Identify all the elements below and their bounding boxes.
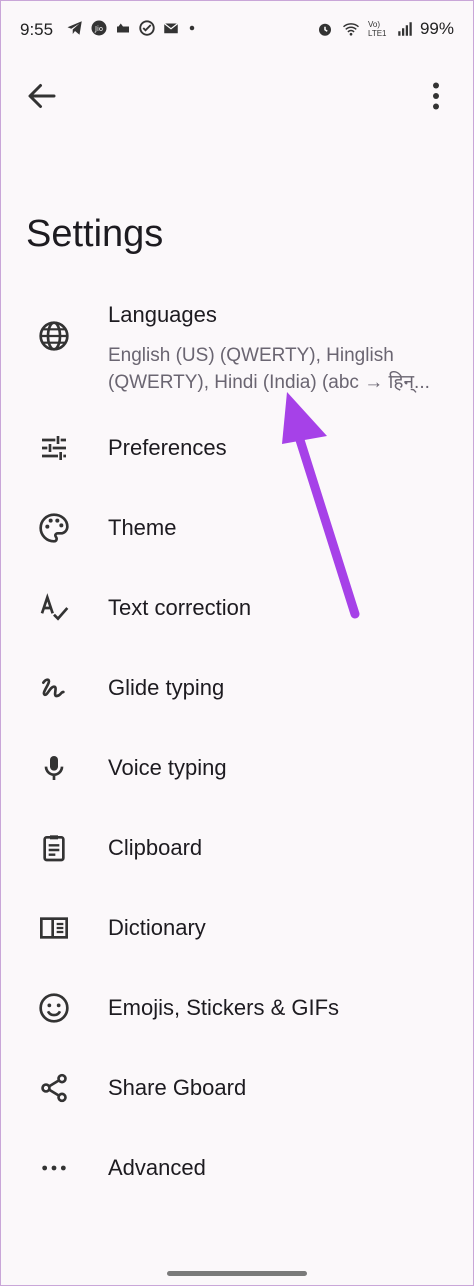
mic-icon [44,756,64,780]
battery-level: 99% [419,19,454,38]
notification-icons: Jio [66,19,198,37]
settings-item-emojis[interactable]: Emojis, Stickers & GIFs [0,968,474,1048]
globe-icon [39,321,69,351]
back-button[interactable] [24,78,60,114]
settings-item-theme[interactable]: Theme [0,488,474,568]
mail-icon [163,23,179,34]
dictionary-icon [40,917,68,939]
telegram-icon [67,21,82,35]
item-label: Clipboard [108,835,203,860]
more-horiz-icon [42,1165,66,1171]
app-bar [0,62,474,126]
settings-item-clipboard[interactable]: Clipboard [0,808,474,888]
jio-icon: Jio [91,20,107,36]
languages-label: Languages [108,302,217,327]
check-circle-icon [139,20,155,36]
item-label: Share Gboard [108,1075,247,1100]
item-label: Advanced [108,1155,206,1180]
settings-item-text-correction[interactable]: Text correction [0,568,474,648]
settings-item-preferences[interactable]: Preferences [0,408,474,488]
tune-icon [42,436,66,460]
item-label: Text correction [108,595,252,620]
status-time: 9:55 [20,20,54,39]
notification-icon [117,23,129,33]
item-label: Theme [108,515,177,540]
clipboard-icon [43,835,65,862]
wifi-icon [342,23,359,36]
palette-icon [39,513,69,543]
svg-text:Jio: Jio [94,25,103,33]
network-type: Vo) LTE1 [367,20,387,38]
settings-item-advanced[interactable]: Advanced [0,1128,474,1208]
more-vert-icon [433,82,439,110]
item-label: Emojis, Stickers & GIFs [108,995,340,1020]
share-icon [41,1073,67,1103]
settings-item-dictionary[interactable]: Dictionary [0,888,474,968]
gesture-icon [42,678,65,698]
settings-item-glide-typing[interactable]: Glide typing [0,648,474,728]
languages-subtitle: English (US) (QWERTY), Hinglish (QWERTY)… [108,345,430,393]
item-label: Glide typing [108,675,225,700]
emoji-icon [39,993,69,1023]
settings-item-voice-typing[interactable]: Voice typing [0,728,474,808]
signal-icon [398,22,412,36]
more-options-button[interactable] [418,78,454,114]
spellcheck-icon [40,593,69,621]
page-title: Settings [26,213,164,255]
alarm-icon [318,23,331,36]
status-bar: 9:55 Jio Vo) LTE1 99% [0,0,474,62]
dot-icon [189,25,195,31]
gesture-nav-bar[interactable] [167,1271,307,1276]
settings-item-share[interactable]: Share Gboard [0,1048,474,1128]
system-icons: Vo) LTE1 99% [316,19,454,39]
item-label: Dictionary [108,915,206,940]
arrow-back-icon [28,84,56,108]
item-label: Preferences [108,435,227,460]
item-label: Voice typing [108,755,227,780]
